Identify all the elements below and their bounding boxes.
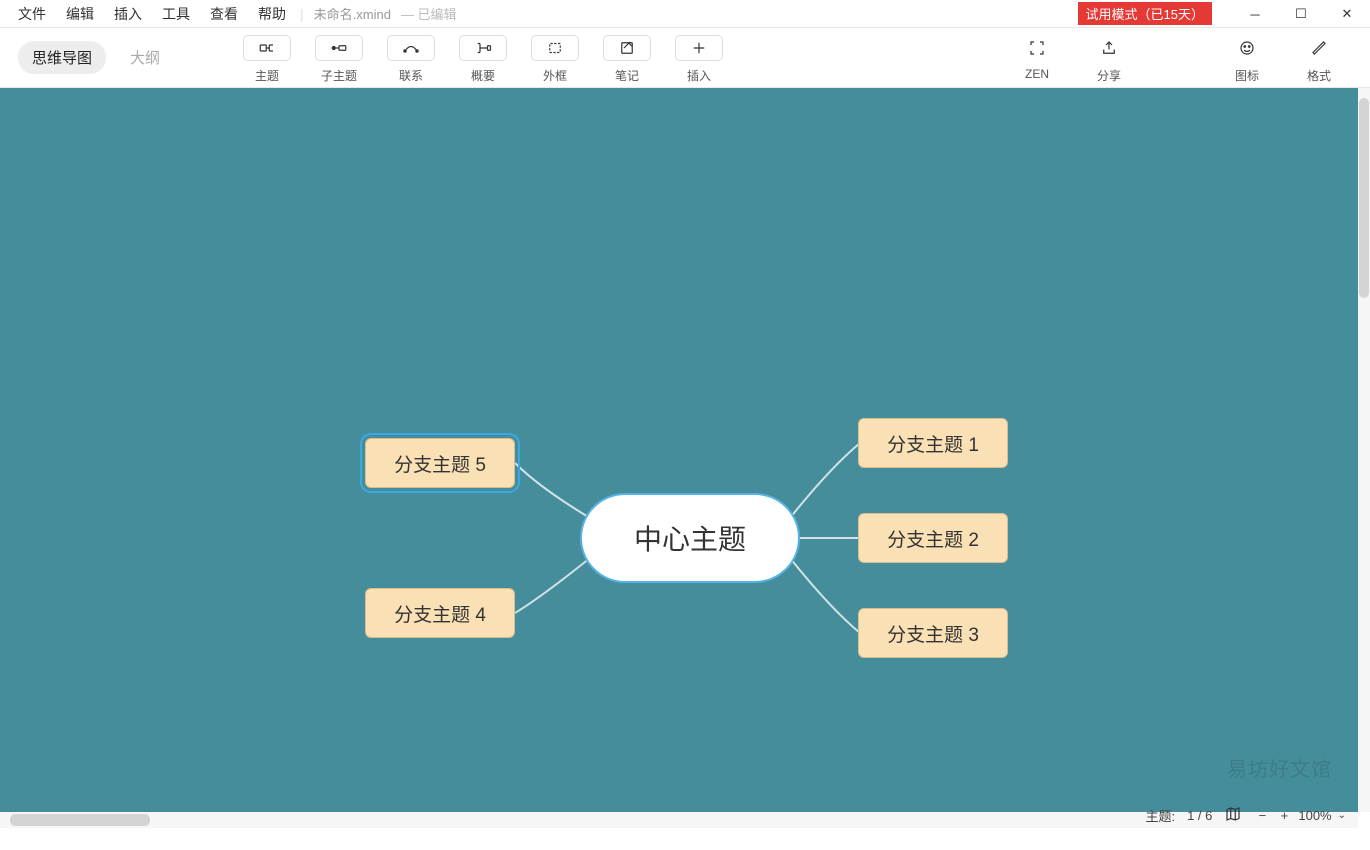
zoom-in-button[interactable]: +	[1276, 808, 1292, 823]
tool-subtopic[interactable]: 子主题	[306, 31, 372, 84]
map-overview-icon[interactable]	[1224, 805, 1242, 826]
branch-node-5[interactable]: 分支主题 5	[365, 438, 515, 488]
branch-node-4[interactable]: 分支主题 4	[365, 588, 515, 638]
branch-node-2[interactable]: 分支主题 2	[858, 513, 1008, 563]
scrollbar-thumb[interactable]	[10, 814, 150, 826]
vertical-scrollbar[interactable]	[1358, 88, 1370, 812]
tool-summary[interactable]: 概要	[450, 31, 516, 84]
note-icon	[603, 35, 651, 61]
menu-help[interactable]: 帮助	[248, 0, 296, 28]
tool-topic[interactable]: 主题	[234, 31, 300, 84]
tool-label: 子主题	[321, 67, 357, 84]
summary-icon	[459, 35, 507, 61]
tool-insert[interactable]: 插入	[666, 31, 732, 84]
plus-icon	[675, 35, 723, 61]
tool-label: 外框	[543, 67, 567, 84]
tab-outline[interactable]: 大纲	[116, 41, 174, 74]
tool-boundary[interactable]: 外框	[522, 31, 588, 84]
tool-label: 主题	[255, 67, 279, 84]
topic-counter: 1 / 6	[1187, 808, 1212, 823]
mindmap-canvas[interactable]: 中心主题 分支主题 1 分支主题 2 分支主题 3 分支主题 4 分支主题 5 …	[0, 88, 1358, 812]
branch-node-3[interactable]: 分支主题 3	[858, 608, 1008, 658]
menu-tools[interactable]: 工具	[152, 0, 200, 28]
window-maximize-button[interactable]: ☐	[1278, 0, 1324, 28]
topic-icon	[243, 35, 291, 61]
tool-marker[interactable]: 图标	[1214, 31, 1280, 84]
window-close-button[interactable]: ✕	[1324, 0, 1370, 28]
branch-node-1[interactable]: 分支主题 1	[858, 418, 1008, 468]
relation-icon	[387, 35, 435, 61]
menu-insert[interactable]: 插入	[104, 0, 152, 28]
connector-line	[790, 558, 860, 633]
tool-relation[interactable]: 联系	[378, 31, 444, 84]
smiley-icon	[1223, 35, 1271, 61]
window-minimize-button[interactable]: ─	[1232, 0, 1278, 28]
scrollbar-thumb[interactable]	[1359, 98, 1369, 298]
connector-line	[515, 463, 590, 518]
zoom-out-button[interactable]: −	[1254, 808, 1270, 823]
subtopic-icon	[315, 35, 363, 61]
menu-edit[interactable]: 编辑	[56, 0, 104, 28]
tool-label: 分享	[1097, 67, 1121, 84]
trial-mode-badge: 试用模式（已15天）	[1078, 2, 1212, 25]
file-status: — 已编辑	[401, 4, 457, 23]
tool-label: 概要	[471, 67, 495, 84]
connector-line	[790, 443, 860, 518]
tool-share[interactable]: 分享	[1076, 31, 1142, 84]
zen-icon	[1013, 35, 1061, 61]
tool-label: 图标	[1235, 67, 1259, 84]
tab-mindmap[interactable]: 思维导图	[18, 41, 106, 74]
tool-note[interactable]: 笔记	[594, 31, 660, 84]
brush-icon	[1295, 35, 1343, 61]
topic-counter-label: 主题:	[1145, 806, 1175, 825]
tool-zen[interactable]: ZEN	[1004, 31, 1070, 84]
tool-label: 插入	[687, 67, 711, 84]
tool-label: 笔记	[615, 67, 639, 84]
tool-format[interactable]: 格式	[1286, 31, 1352, 84]
menu-view[interactable]: 查看	[200, 0, 248, 28]
boundary-icon	[531, 35, 579, 61]
file-name: 未命名.xmind	[314, 4, 391, 23]
tool-label: 格式	[1307, 67, 1331, 84]
connector-line	[515, 558, 590, 613]
central-topic-node[interactable]: 中心主题	[580, 493, 800, 583]
tool-label: ZEN	[1025, 67, 1049, 81]
zoom-dropdown-icon[interactable]: ⌄	[1338, 810, 1346, 821]
menu-file[interactable]: 文件	[8, 0, 56, 28]
share-icon	[1085, 35, 1133, 61]
zoom-level: 100%	[1298, 808, 1331, 823]
tool-label: 联系	[399, 67, 423, 84]
